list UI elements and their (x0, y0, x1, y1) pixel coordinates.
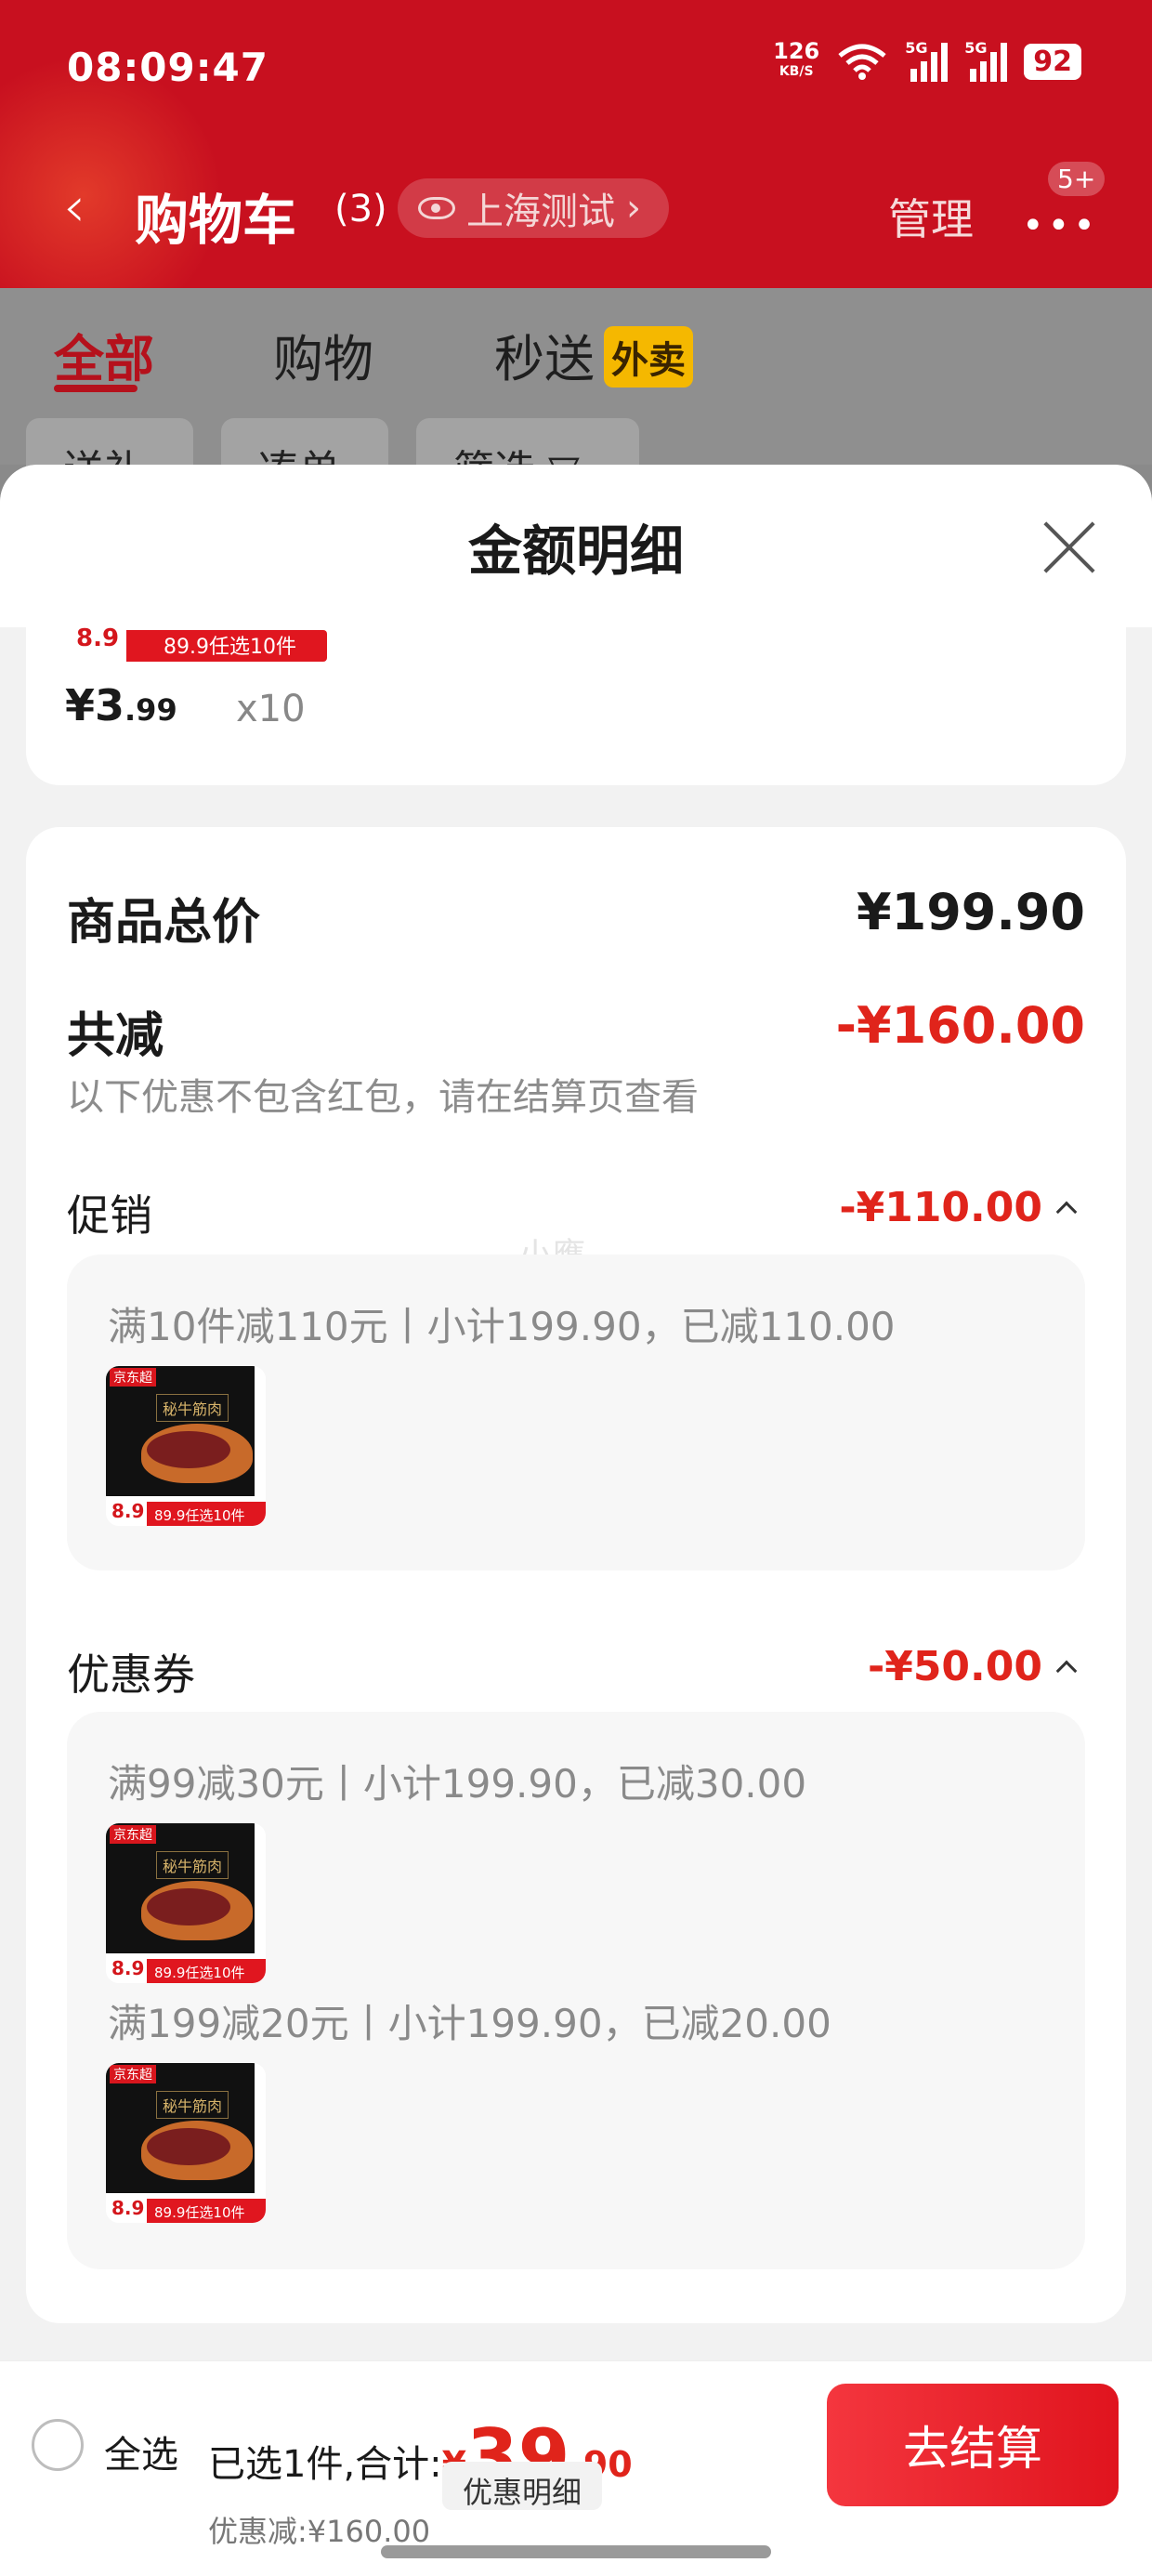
promo-tag: 8.9 89.9任选10件 (65, 624, 327, 662)
select-all-label[interactable]: 全选 (104, 2425, 178, 2478)
sheet-header: 金额明细 (0, 465, 1152, 627)
location-label: 上海测试 (466, 191, 615, 233)
location-selector[interactable]: 上海测试 › (398, 178, 669, 238)
signal-icon: 5G (905, 39, 949, 82)
takeout-badge: 外卖 (604, 326, 693, 388)
tab-all[interactable]: 全部 (54, 318, 154, 391)
discount-note: 以下优惠不包含红包，请在结算页查看 (67, 1076, 699, 1119)
signal-icon: 5G (964, 39, 1008, 82)
message-badge: 5+ (1048, 162, 1106, 196)
more-icon[interactable]: ••• (1022, 204, 1099, 247)
cart-tabs: 全部 购物 秒送外卖 送礼 凑单 筛选 ▽ (0, 288, 1152, 493)
checkout-button[interactable]: 去结算 (827, 2384, 1119, 2506)
discount-detail-button[interactable]: 优惠明细 (442, 2462, 603, 2510)
product-thumbnail[interactable]: 京东超 秘牛筋肉 8.9 89.9任选10件 (106, 1823, 266, 1983)
chevron-right-icon: › (626, 187, 641, 230)
coupon-rule: 满99减30元丨小计199.90，已减30.00 (108, 1761, 807, 1807)
coupon-label: 优惠券 (67, 1649, 195, 1700)
coupon-rule: 满199减20元丨小计199.90，已减20.00 (108, 2001, 831, 2046)
header-bar: 08:09:47 126 KB/S 5G 5G 92 ‹ 购物车 (3) 上海测… (0, 0, 1152, 288)
home-indicator[interactable] (381, 2545, 771, 2558)
close-icon[interactable] (1041, 519, 1098, 576)
chevron-up-icon (1055, 1660, 1078, 1682)
select-all-checkbox[interactable] (32, 2419, 84, 2471)
status-icons: 126 KB/S 5G 5G 92 (773, 38, 1081, 82)
product-thumbnail[interactable]: 京东超 秘牛筋肉 8.9 89.9任选10件 (106, 1366, 266, 1526)
sheet-title: 金额明细 (467, 519, 684, 583)
manage-button[interactable]: 管理 (888, 186, 974, 247)
tab-indicator (54, 385, 137, 392)
eye-icon (418, 197, 455, 219)
status-time: 08:09:47 (67, 45, 268, 90)
checkout-bar: 全选 已选1件,合计:¥39.90 优惠减:¥160.00 优惠明细 去结算 (0, 2360, 1152, 2576)
total-label: 商品总价 (67, 895, 261, 951)
product-thumbnail[interactable]: 京东超 秘牛筋肉 8.9 89.9任选10件 (106, 2063, 266, 2223)
tab-instant[interactable]: 秒送 外卖 (494, 318, 693, 391)
coupon-detail-box: 满99减30元丨小计199.90，已减30.00 京东超 秘牛筋肉 8.9 89… (67, 1712, 1085, 2269)
chevron-up-icon (1055, 1201, 1078, 1223)
price-breakdown-card: 商品总价 ¥199.90 共减 -¥160.00 以下优惠不包含红包，请在结算页… (26, 827, 1126, 2323)
coupon-toggle[interactable]: -¥50.00 (868, 1643, 1078, 1690)
back-icon[interactable]: ‹ (63, 175, 85, 240)
reduce-label: 共减 (67, 1008, 164, 1064)
status-bar: 08:09:47 126 KB/S 5G 5G 92 (0, 0, 1152, 139)
cart-count: (3) (334, 188, 387, 230)
page-title: 购物车 (135, 189, 297, 252)
amount-detail-sheet: 金额明细 8.9 89.9任选10件 ¥3.99 x10 商品总价 ¥199.9… (0, 465, 1152, 2360)
nav-bar: ‹ 购物车 (3) 上海测试 › 管理 ••• 5+ (0, 162, 1152, 252)
promo-rule: 满10件减110元丨小计199.90，已减110.00 (108, 1304, 896, 1349)
promo-label: 促销 (67, 1190, 152, 1241)
battery-icon: 92 (1024, 43, 1081, 80)
net-speed: 126 KB/S (773, 38, 820, 79)
promo-detail-box: 满10件减110元丨小计199.90，已减110.00 京东超 秘牛筋肉 8.9… (67, 1255, 1085, 1571)
wifi-icon (838, 44, 886, 80)
total-value: ¥199.90 (857, 883, 1085, 941)
item-quantity: x10 (236, 688, 306, 730)
item-price: ¥3.99 (65, 680, 177, 730)
promo-toggle[interactable]: -¥110.00 (839, 1184, 1078, 1231)
reduce-value: -¥160.00 (835, 996, 1085, 1055)
tab-shopping[interactable]: 购物 (273, 318, 373, 391)
